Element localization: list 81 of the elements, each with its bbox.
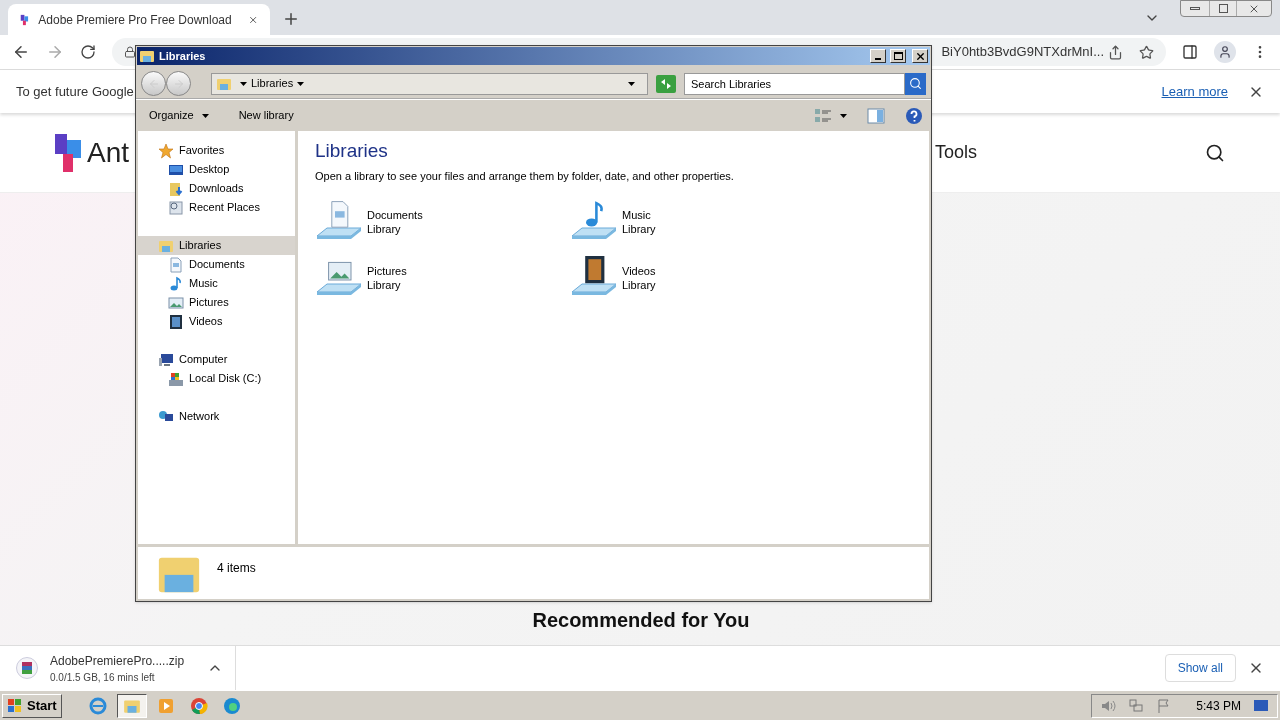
nav-item[interactable]: Downloads: [138, 179, 295, 198]
reload-icon[interactable]: [80, 44, 96, 60]
section-heading: Recommended for You: [532, 608, 750, 633]
nav-item[interactable]: Desktop: [138, 160, 295, 179]
nav-item[interactable]: Network: [138, 407, 295, 426]
back-icon[interactable]: [12, 43, 30, 61]
search-field[interactable]: Search Libraries: [684, 72, 905, 95]
help-icon[interactable]: [905, 106, 923, 125]
learn-more-link[interactable]: Learn more: [1161, 81, 1228, 102]
forward-button[interactable]: [166, 71, 191, 96]
music-note-icon: [168, 275, 184, 292]
library-item[interactable]: Pictures Library: [315, 254, 570, 302]
caret-icon[interactable]: [628, 81, 635, 86]
content-heading: Libraries: [315, 139, 389, 163]
breadcrumb[interactable]: Libraries: [251, 75, 294, 92]
browser-tab[interactable]: Adobe Premiere Pro Free Download: [8, 4, 270, 35]
restore-icon[interactable]: [1209, 1, 1237, 16]
download-folder-icon: [168, 180, 184, 197]
toolbar-button[interactable]: Organize: [144, 107, 214, 124]
download-filename: AdobePremierePro.....zip: [50, 652, 186, 670]
item-count: 4 items: [217, 560, 256, 577]
close-button[interactable]: [912, 49, 928, 63]
profile-avatar[interactable]: [1214, 41, 1236, 63]
refresh-icon[interactable]: [656, 74, 676, 93]
show-desktop-icon[interactable]: [1253, 698, 1269, 713]
library-item[interactable]: Music Library: [570, 198, 825, 246]
address-field[interactable]: Libraries: [211, 72, 648, 95]
library-item[interactable]: Documents Library: [315, 198, 570, 246]
share-icon[interactable]: [1108, 44, 1123, 60]
nav-item[interactable]: Local Disk (C:): [138, 369, 295, 388]
maximize-button[interactable]: [890, 49, 906, 63]
close-icon: [914, 50, 926, 62]
forward-icon: [172, 77, 185, 90]
search-button[interactable]: [905, 72, 926, 95]
toolbar-button[interactable]: New library: [233, 107, 299, 124]
media-player-icon: [156, 696, 175, 715]
drive-icon: [168, 370, 184, 387]
lock-icon: [124, 46, 136, 58]
download-status: 0.0/1.5 GB, 16 mins left: [50, 670, 156, 685]
back-icon: [147, 77, 160, 90]
browser-e-icon: [88, 696, 107, 715]
recent-places-icon: [168, 199, 184, 216]
back-button[interactable]: [141, 71, 166, 96]
nav-item[interactable]: Recent Places: [138, 198, 295, 217]
library-item[interactable]: Videos Library: [570, 254, 825, 302]
site-logo-text: Ant: [87, 135, 130, 170]
computer-icon: [158, 351, 174, 368]
nav-item[interactable]: Music: [138, 274, 295, 293]
chrome-icon: [189, 696, 208, 715]
nav-item[interactable]: Libraries: [138, 236, 295, 255]
nav-item[interactable]: Pictures: [138, 293, 295, 312]
archive-icon: [16, 657, 38, 679]
taskbar-app[interactable]: [116, 693, 147, 718]
star-icon: [158, 142, 174, 159]
library-folder-icon: [139, 48, 155, 64]
nav-item[interactable]: Computer: [138, 350, 295, 369]
picture-icon: [168, 294, 184, 311]
site-logo-icon: [55, 131, 83, 174]
search-icon: [909, 77, 922, 90]
nav-item[interactable]: Documents: [138, 255, 295, 274]
caret-icon[interactable]: [297, 81, 305, 86]
content-description: Open a library to see your files and arrange them by folder, date, and other properties.: [315, 168, 735, 184]
address-text: BiY0htb3BvdG9NTXdrMnI...: [941, 43, 1104, 62]
show-all-button[interactable]: Show all: [1164, 654, 1236, 682]
windows-logo-icon: [7, 697, 23, 714]
film-icon: [168, 313, 184, 330]
nav-item[interactable]: Favorites: [138, 141, 295, 160]
minimize-button[interactable]: [870, 49, 886, 63]
caret-icon[interactable]: [240, 81, 247, 86]
clock: 5:43 PM: [1196, 697, 1241, 715]
search-icon[interactable]: [1205, 142, 1225, 163]
new-tab-icon[interactable]: [282, 10, 300, 28]
window-title: Libraries: [159, 48, 207, 64]
info-text: To get future Google: [16, 82, 134, 101]
start-button[interactable]: Start: [2, 693, 62, 718]
nav-link[interactable]: Tools: [934, 139, 977, 166]
bookmark-icon[interactable]: [1139, 44, 1154, 60]
tab-title: Adobe Premiere Pro Free Download: [38, 11, 232, 29]
document-icon: [168, 256, 184, 273]
nav-item[interactable]: Videos: [138, 312, 295, 331]
side-panel-icon[interactable]: [1182, 44, 1198, 60]
